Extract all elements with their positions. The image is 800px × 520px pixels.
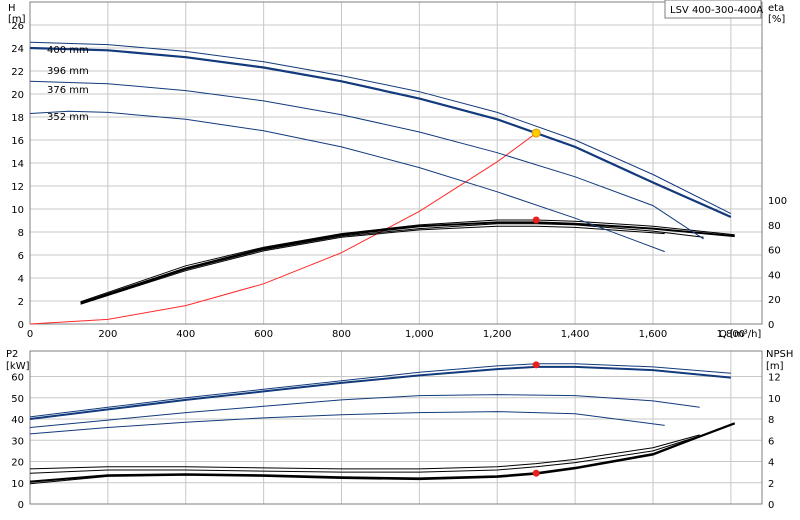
x-tick-label: 0 bbox=[27, 329, 33, 340]
right-axis-unit-npsh: [m] bbox=[766, 361, 784, 372]
x-tick-label: 200 bbox=[98, 329, 117, 340]
right-axis-title-npsh: NPSH bbox=[766, 349, 793, 360]
left-tick-label: 10 bbox=[11, 205, 24, 216]
x-tick-label: 1,400 bbox=[561, 329, 590, 340]
left-tick-label: 22 bbox=[11, 67, 24, 78]
x-axis-label: Q [m³/h] bbox=[719, 329, 761, 340]
impeller-diameter-label: 396 mm bbox=[47, 66, 89, 77]
x-tick-label: 800 bbox=[332, 329, 351, 340]
power-curve bbox=[29, 411, 665, 435]
left-tick-label: 40 bbox=[11, 415, 24, 426]
left-tick-label: 10 bbox=[11, 479, 24, 490]
right-tick-label: 2 bbox=[768, 479, 774, 490]
impeller-diameter-label: 400 mm bbox=[47, 45, 89, 56]
x-tick-label: 400 bbox=[176, 329, 195, 340]
left-tick-label: 18 bbox=[11, 113, 24, 124]
efficiency-curve bbox=[80, 225, 665, 305]
head-efficiency-panel: 024681012141618202224260204060801000 200 4… bbox=[11, 1, 787, 340]
efficiency-curve bbox=[80, 221, 735, 304]
head-curve bbox=[29, 41, 732, 215]
left-tick-label: 60 bbox=[11, 373, 24, 384]
left-tick-label: 0 bbox=[18, 320, 24, 331]
head-curve bbox=[29, 110, 665, 253]
left-tick-label: 2 bbox=[18, 297, 24, 308]
right-tick-label: 8 bbox=[768, 415, 774, 426]
impeller-diameter-label: 376 mm bbox=[47, 85, 89, 96]
right-tick-label: 6 bbox=[768, 436, 774, 447]
power-curve bbox=[29, 365, 731, 420]
power-curve bbox=[29, 363, 731, 418]
left-axis-title-power: P2 bbox=[6, 349, 18, 360]
left-tick-label: 20 bbox=[11, 458, 24, 469]
right-axis-title-eta: eta bbox=[768, 3, 784, 14]
head-curve bbox=[29, 46, 732, 219]
npsh-curve bbox=[29, 422, 736, 483]
left-tick-label: 20 bbox=[11, 90, 24, 101]
left-axis-unit-power: [kW] bbox=[6, 361, 30, 372]
left-tick-label: 4 bbox=[18, 274, 24, 285]
left-tick-label: 8 bbox=[18, 228, 24, 239]
right-tick-label: 0 bbox=[768, 320, 774, 331]
x-tick-label: 600 bbox=[254, 329, 273, 340]
left-axis-title-head: H bbox=[8, 3, 16, 14]
left-tick-label: 6 bbox=[18, 251, 24, 262]
right-tick-label: 10 bbox=[768, 394, 781, 405]
right-tick-label: 4 bbox=[768, 458, 774, 469]
x-tick-label: 1,600 bbox=[639, 329, 668, 340]
right-tick-label: 20 bbox=[768, 295, 781, 306]
power-point bbox=[532, 361, 540, 369]
right-tick-label: 100 bbox=[768, 196, 787, 207]
impeller-diameter-label: 352 mm bbox=[47, 112, 89, 123]
npsh-curve bbox=[29, 435, 700, 474]
power-curve bbox=[29, 394, 700, 428]
left-tick-label: 24 bbox=[11, 44, 24, 55]
model-title: LSV 400-300-400A bbox=[670, 5, 763, 16]
right-tick-label: 12 bbox=[768, 373, 781, 384]
x-tick-label: 1,200 bbox=[483, 329, 512, 340]
left-tick-label: 14 bbox=[11, 159, 24, 170]
right-axis-unit-eta: [%] bbox=[768, 14, 785, 25]
right-tick-label: 80 bbox=[768, 221, 781, 232]
left-tick-label: 0 bbox=[18, 500, 24, 511]
x-tick-label: 1,000 bbox=[405, 329, 434, 340]
power-npsh-panel: 0 10 20 30 40 50 60 0 2 4 6 8 10 12 bbox=[11, 350, 781, 511]
left-tick-label: 30 bbox=[11, 436, 24, 447]
efficiency-point bbox=[532, 216, 540, 224]
left-tick-label: 50 bbox=[11, 394, 24, 405]
left-axis-unit-head: [m] bbox=[8, 14, 26, 25]
right-tick-label: 0 bbox=[768, 500, 774, 511]
plot-frame bbox=[29, 350, 763, 505]
npsh-point bbox=[532, 469, 540, 477]
pump-performance-chart: 024681012141618202224260204060801000 200 4… bbox=[6, 0, 793, 511]
efficiency-curve bbox=[80, 223, 704, 305]
left-tick-label: 16 bbox=[11, 136, 24, 147]
left-tick-label: 12 bbox=[11, 182, 24, 193]
right-tick-label: 60 bbox=[768, 246, 781, 257]
right-tick-label: 40 bbox=[768, 270, 781, 281]
duty-point bbox=[531, 128, 541, 138]
